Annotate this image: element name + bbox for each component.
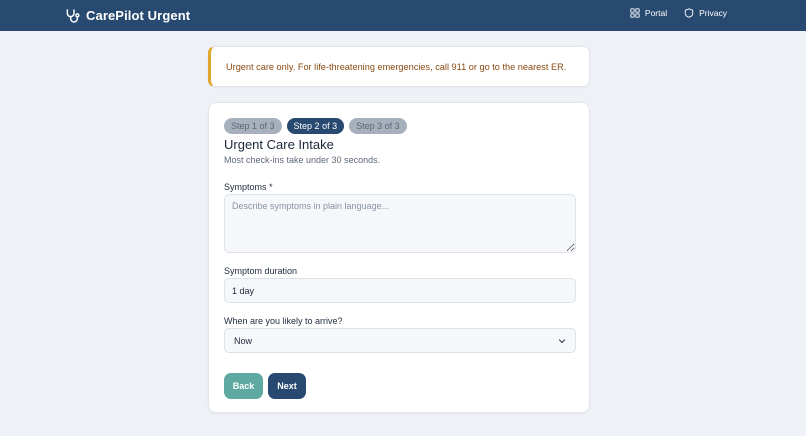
back-button[interactable]: Back — [224, 373, 263, 399]
step-3-pill: Step 3 of 3 — [349, 118, 407, 134]
top-nav: Portal Privacy — [630, 8, 727, 18]
arrival-select[interactable]: Now — [224, 328, 576, 353]
nav-portal[interactable]: Portal — [630, 8, 667, 18]
brand[interactable]: CarePilot Urgent — [64, 6, 190, 25]
arrival-selected-value: Now — [234, 335, 253, 346]
duration-input[interactable] — [224, 278, 576, 303]
symptoms-label: Symptoms * — [224, 182, 273, 192]
grid-icon — [630, 8, 640, 18]
step-indicator: Step 1 of 3 Step 2 of 3 Step 3 of 3 — [224, 118, 407, 134]
step-2-pill: Step 2 of 3 — [286, 118, 345, 134]
nav-portal-label: Portal — [644, 8, 668, 18]
stethoscope-icon — [66, 8, 80, 23]
nav-privacy[interactable]: Privacy — [684, 8, 727, 18]
emergency-alert: Urgent care only. For life-threatening e… — [208, 46, 590, 87]
form-title: Urgent Care Intake — [224, 137, 334, 152]
symptoms-textarea[interactable] — [224, 194, 576, 253]
duration-label: Symptom duration — [224, 266, 298, 276]
shield-icon — [684, 8, 694, 18]
form-subtitle: Most check-ins take under 30 seconds. — [224, 155, 381, 165]
chevron-down-icon — [558, 338, 566, 343]
brand-name: CarePilot Urgent — [86, 8, 191, 23]
step-1-pill: Step 1 of 3 — [224, 118, 282, 134]
intake-form-card: Step 1 of 3 Step 2 of 3 Step 3 of 3 Urge… — [208, 102, 590, 413]
top-navbar: CarePilot Urgent Portal Privacy — [0, 0, 806, 31]
alert-text: Urgent care only. For life-threatening e… — [226, 62, 567, 72]
next-button[interactable]: Next — [268, 373, 306, 399]
arrival-label: When are you likely to arrive? — [224, 316, 343, 326]
nav-privacy-label: Privacy — [699, 8, 727, 18]
